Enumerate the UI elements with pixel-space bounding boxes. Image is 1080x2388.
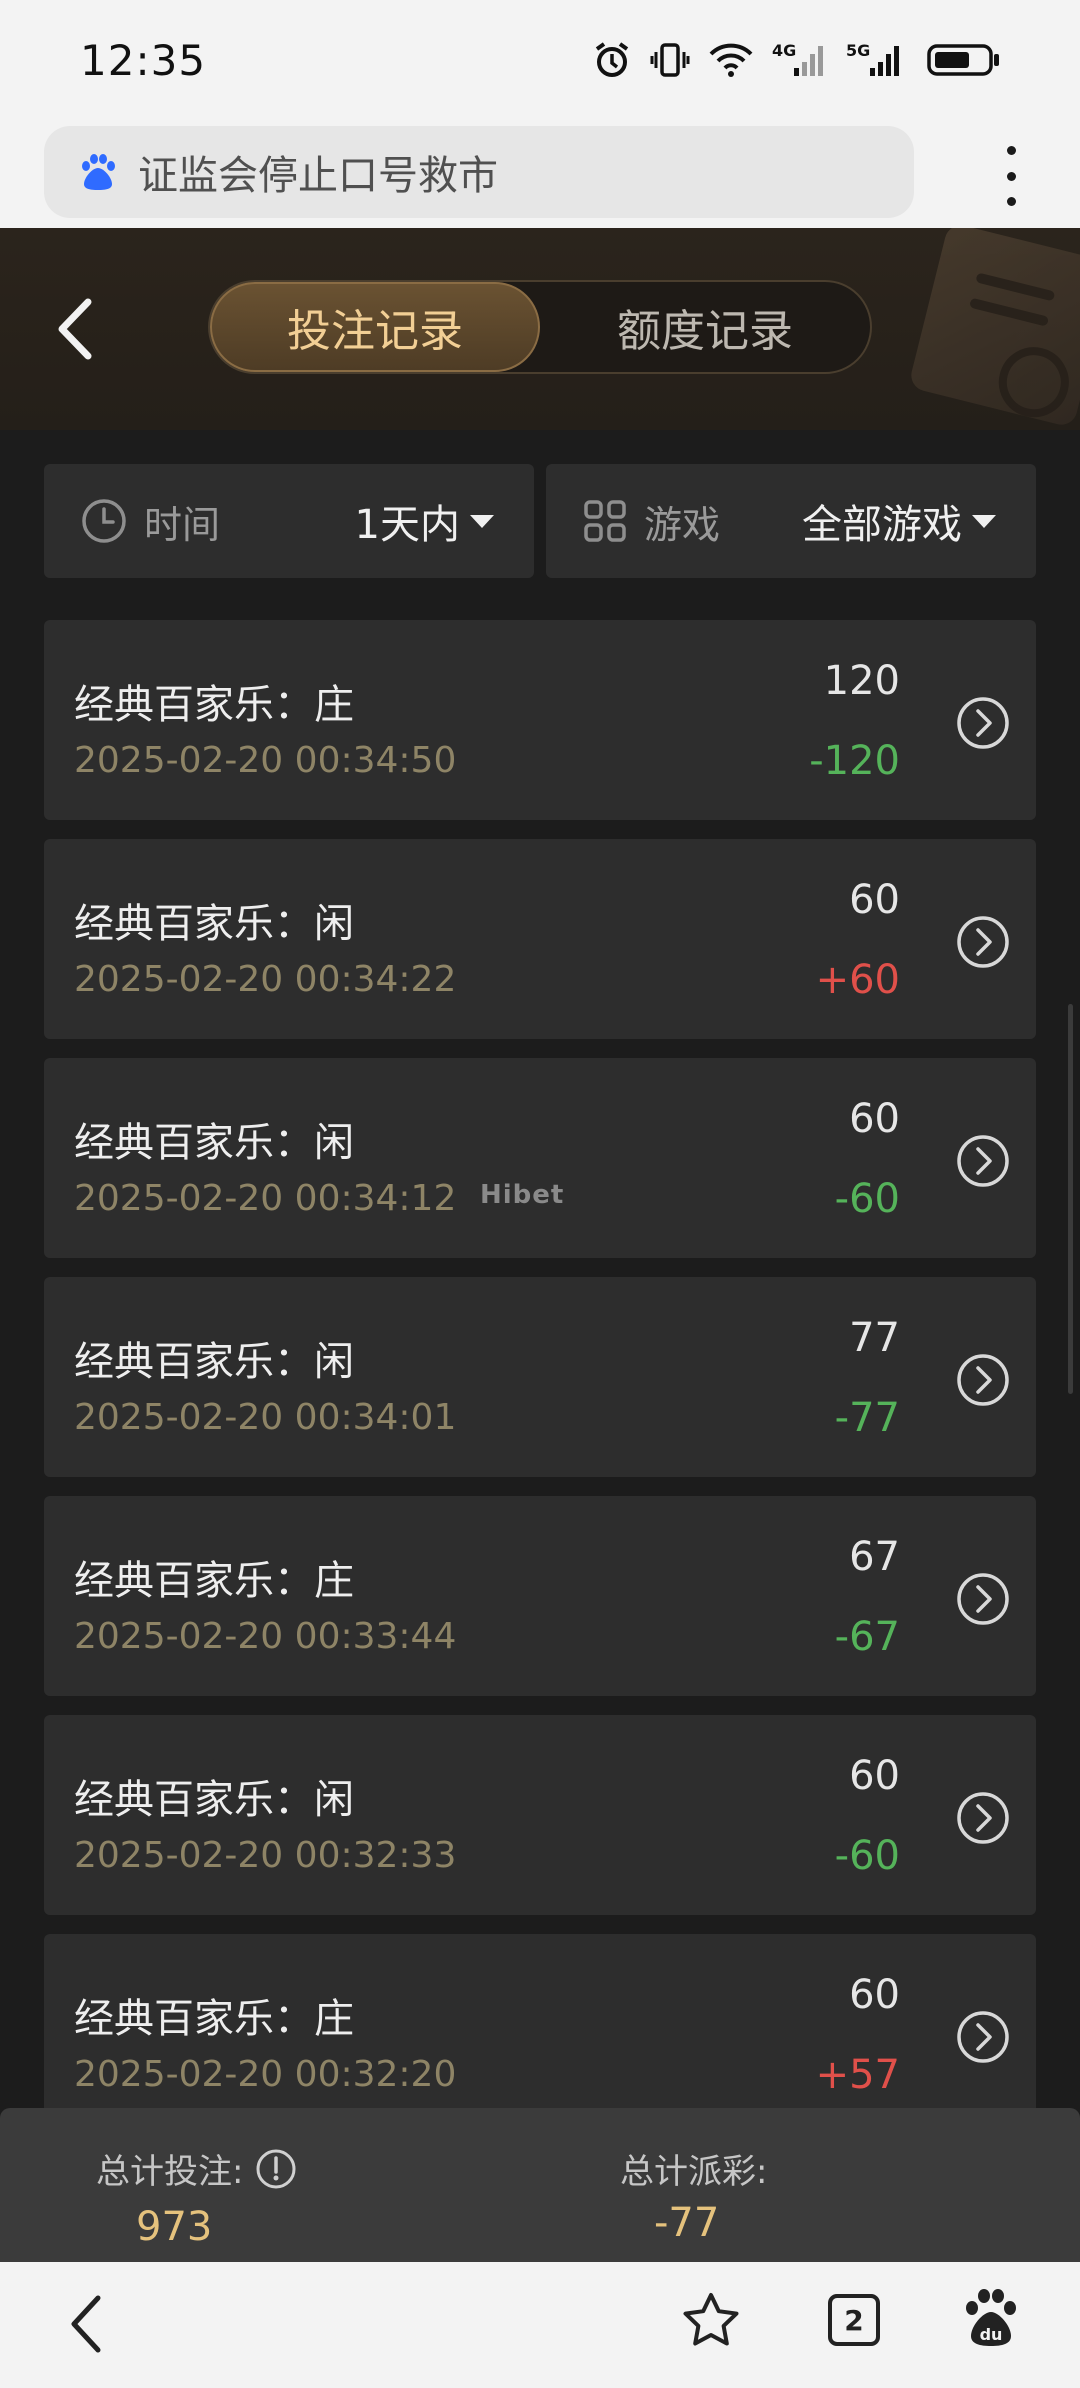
record-result: -60 bbox=[834, 1833, 900, 1879]
time-filter-label: 时间 bbox=[144, 502, 221, 547]
chevron-right-circle-icon[interactable] bbox=[956, 696, 1010, 750]
browser-bottom-nav: 2 du bbox=[0, 2262, 1080, 2388]
more-vert-icon[interactable] bbox=[996, 146, 1026, 206]
back-icon[interactable] bbox=[66, 2292, 106, 2356]
record-time: 2025-02-20 00:34:01 bbox=[74, 1397, 457, 1438]
record-bet-amount: 60 bbox=[849, 1096, 900, 1142]
status-icons: 4G 5G bbox=[592, 40, 1002, 80]
app-header: 投注记录 额度记录 bbox=[0, 228, 1080, 430]
total-payout-label: 总计派彩: bbox=[620, 2152, 768, 2192]
svg-text:du: du bbox=[980, 2325, 1003, 2344]
time-filter-value[interactable]: 1天内 bbox=[355, 492, 494, 550]
total-payout-value: -77 bbox=[654, 2200, 720, 2246]
record-title: 经典百家乐：庄 bbox=[74, 1996, 354, 2042]
signal-5g-icon: 5G bbox=[846, 40, 908, 80]
signal-4g-icon: 4G bbox=[772, 40, 828, 80]
record-row[interactable]: 经典百家乐：庄 2025-02-20 00:33:44 67 -67 bbox=[44, 1496, 1036, 1696]
record-bet-amount: 67 bbox=[849, 1534, 900, 1580]
record-row[interactable]: 经典百家乐：庄 2025-02-20 00:34:50 120 -120 bbox=[44, 620, 1036, 820]
svg-text:4G: 4G bbox=[772, 41, 796, 60]
caret-down-icon bbox=[972, 514, 996, 528]
watermark: Hibet bbox=[480, 1180, 565, 1210]
chevron-right-circle-icon[interactable] bbox=[956, 2010, 1010, 2064]
record-result: -77 bbox=[834, 1395, 900, 1441]
address-bar[interactable]: 证监会停止口号救市 bbox=[44, 126, 914, 218]
chevron-right-circle-icon[interactable] bbox=[956, 1572, 1010, 1626]
caret-down-icon bbox=[470, 514, 494, 528]
baidu-logo-icon bbox=[82, 154, 115, 190]
wifi-icon bbox=[708, 40, 754, 80]
total-bet-value: 973 bbox=[136, 2204, 213, 2250]
battery-icon bbox=[926, 40, 1002, 80]
record-time: 2025-02-20 00:34:12 bbox=[74, 1178, 457, 1219]
record-result: -120 bbox=[809, 738, 900, 784]
summary-bar: 总计投注: 973 总计派彩: -77 bbox=[0, 2108, 1080, 2262]
record-title: 经典百家乐：闲 bbox=[74, 1777, 354, 1823]
address-text: 证监会停止口号救市 bbox=[138, 153, 498, 199]
status-bar: 12:35 4G 5G bbox=[0, 0, 1080, 122]
status-time: 12:35 bbox=[80, 36, 207, 85]
record-result: +60 bbox=[815, 957, 900, 1003]
baidu-paw-icon[interactable]: du bbox=[962, 2286, 1020, 2350]
record-tabs: 投注记录 额度记录 bbox=[208, 280, 872, 374]
record-bet-amount: 60 bbox=[849, 877, 900, 923]
record-result: -60 bbox=[834, 1176, 900, 1222]
filter-bar: 时间 1天内 游戏 全部游戏 bbox=[44, 464, 1036, 578]
record-title: 经典百家乐：闲 bbox=[74, 1339, 354, 1385]
record-row[interactable]: 经典百家乐：庄 2025-02-20 00:32:20 60 +57 bbox=[44, 1934, 1036, 2134]
alarm-icon bbox=[592, 40, 632, 80]
game-filter[interactable]: 游戏 全部游戏 bbox=[546, 464, 1036, 578]
record-result: -67 bbox=[834, 1614, 900, 1660]
record-row[interactable]: 经典百家乐：闲 2025-02-20 00:34:12 60 -60 bbox=[44, 1058, 1036, 1258]
records-decoration-icon bbox=[907, 228, 1080, 429]
total-bet-label: 总计投注: bbox=[96, 2144, 297, 2193]
record-row[interactable]: 经典百家乐：闲 2025-02-20 00:34:22 60 +60 bbox=[44, 839, 1036, 1039]
record-time: 2025-02-20 00:32:33 bbox=[74, 1835, 457, 1876]
chevron-right-circle-icon[interactable] bbox=[956, 1353, 1010, 1407]
clock-icon bbox=[82, 499, 126, 543]
chevron-right-circle-icon[interactable] bbox=[956, 915, 1010, 969]
record-bet-amount: 77 bbox=[849, 1315, 900, 1361]
record-bet-amount: 60 bbox=[849, 1753, 900, 1799]
total-bet-label-text: 总计投注: bbox=[96, 2152, 244, 2192]
info-icon[interactable] bbox=[255, 2148, 297, 2190]
record-row[interactable]: 经典百家乐：闲 2025-02-20 00:34:01 77 -77 bbox=[44, 1277, 1036, 1477]
scrollbar[interactable] bbox=[1068, 1004, 1073, 1394]
svg-text:5G: 5G bbox=[846, 41, 870, 60]
vibrate-icon bbox=[650, 40, 690, 80]
browser-bar: 证监会停止口号救市 bbox=[0, 122, 1080, 228]
tab-credit-records[interactable]: 额度记录 bbox=[540, 282, 870, 372]
tabs-count-button[interactable]: 2 bbox=[828, 2294, 880, 2346]
record-title: 经典百家乐：闲 bbox=[74, 1120, 354, 1166]
grid-icon bbox=[584, 500, 626, 542]
record-bet-amount: 60 bbox=[849, 1972, 900, 2018]
record-title: 经典百家乐：闲 bbox=[74, 901, 354, 947]
chevron-right-circle-icon[interactable] bbox=[956, 1791, 1010, 1845]
star-icon[interactable] bbox=[680, 2290, 742, 2352]
game-filter-value[interactable]: 全部游戏 bbox=[802, 492, 996, 550]
record-title: 经典百家乐：庄 bbox=[74, 682, 354, 728]
record-bet-amount: 120 bbox=[823, 658, 900, 704]
game-filter-value-text: 全部游戏 bbox=[802, 502, 962, 548]
tab-bet-records[interactable]: 投注记录 bbox=[210, 282, 540, 372]
record-row[interactable]: 经典百家乐：闲 2025-02-20 00:32:33 60 -60 bbox=[44, 1715, 1036, 1915]
back-arrow-icon[interactable] bbox=[52, 296, 98, 362]
time-filter[interactable]: 时间 1天内 bbox=[44, 464, 534, 578]
time-filter-value-text: 1天内 bbox=[354, 502, 460, 548]
game-filter-label: 游戏 bbox=[644, 502, 721, 547]
record-time: 2025-02-20 00:34:22 bbox=[74, 959, 457, 1000]
record-title: 经典百家乐：庄 bbox=[74, 1558, 354, 1604]
chevron-right-circle-icon[interactable] bbox=[956, 1134, 1010, 1188]
record-result: +57 bbox=[815, 2052, 900, 2098]
record-time: 2025-02-20 00:34:50 bbox=[74, 740, 457, 781]
record-time: 2025-02-20 00:33:44 bbox=[74, 1616, 457, 1657]
record-time: 2025-02-20 00:32:20 bbox=[74, 2054, 457, 2095]
